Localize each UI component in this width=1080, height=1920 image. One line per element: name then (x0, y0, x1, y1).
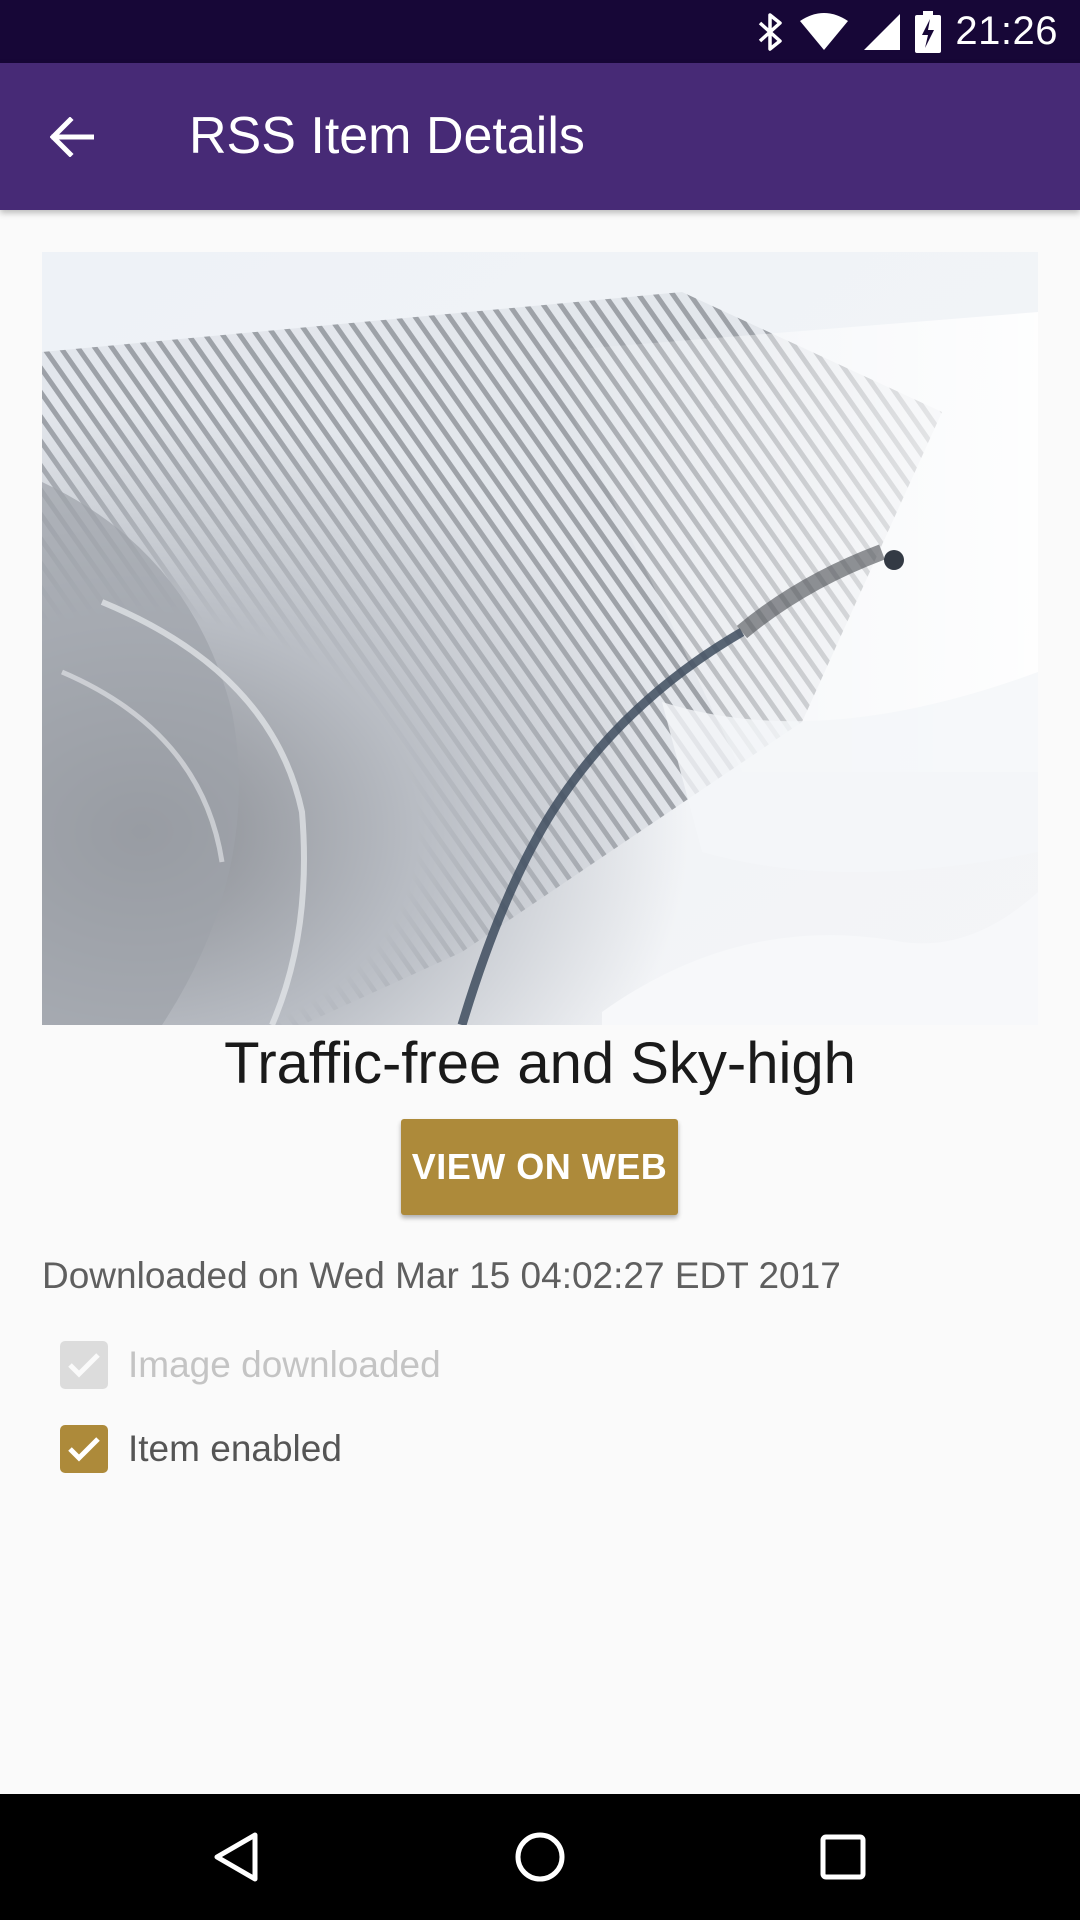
item-image (42, 252, 1038, 1025)
back-button[interactable] (30, 103, 114, 171)
checkbox-label[interactable]: Item enabled (128, 1428, 342, 1470)
status-time: 21:26 (955, 9, 1058, 53)
checkbox-image-downloaded (60, 1341, 108, 1389)
check-icon (68, 1353, 100, 1378)
nav-recents-button[interactable] (788, 1814, 898, 1900)
navigation-bar (0, 1794, 1080, 1920)
bluetooth-icon (759, 12, 783, 51)
status-bar: 21:26 (0, 0, 1080, 63)
view-on-web-button[interactable]: VIEW ON WEB (401, 1119, 678, 1215)
image-downloaded-checkbox: Image downloaded (60, 1340, 441, 1390)
check-icon (68, 1437, 100, 1462)
status-icons: 21:26 (757, 0, 1058, 63)
nav-recents-icon (820, 1834, 866, 1880)
app-bar: RSS Item Details (0, 63, 1080, 210)
page-title: RSS Item Details (189, 107, 585, 165)
nav-back-button[interactable] (181, 1814, 291, 1900)
checkbox-label: Image downloaded (128, 1344, 441, 1385)
nav-home-button[interactable] (485, 1814, 595, 1900)
nav-home-icon (515, 1832, 565, 1882)
checkbox-item-enabled[interactable] (60, 1425, 108, 1473)
battery-charging-icon (915, 10, 942, 53)
signal-icon (864, 13, 901, 50)
item-enabled-checkbox[interactable]: Item enabled (60, 1424, 342, 1474)
downloaded-date-text: Downloaded on Wed Mar 15 04:02:27 EDT 20… (42, 1255, 841, 1296)
nav-back-icon (214, 1832, 258, 1882)
arrow-back-icon (50, 117, 94, 157)
item-title: Traffic-free and Sky-high (224, 1031, 856, 1096)
wifi-icon (800, 12, 849, 50)
